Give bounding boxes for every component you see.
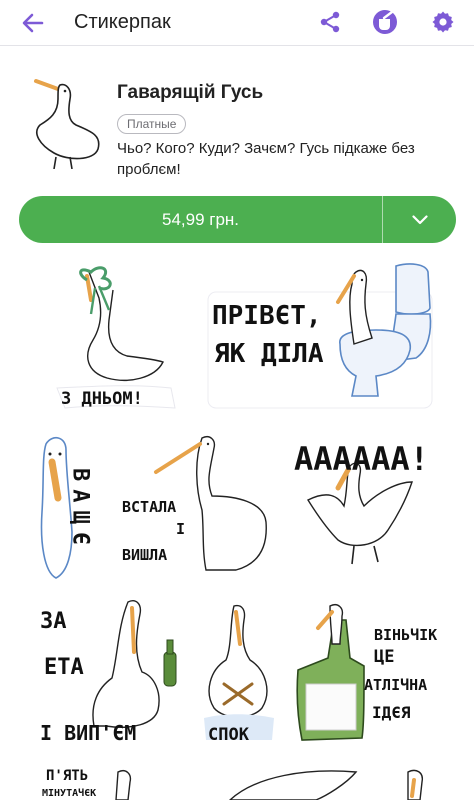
share-icon[interactable] <box>315 7 345 37</box>
back-arrow-icon[interactable] <box>18 8 48 38</box>
sticker-6[interactable]: ЗА ЕТА І ВИП'ЄМ <box>36 594 188 746</box>
sticker-8-caption-line1: ВІНЬЧІК <box>374 626 437 644</box>
sticker-6-caption-line3: І ВИП'ЄМ <box>40 721 136 745</box>
sticker-4-caption-mid: І <box>176 520 185 538</box>
sticker-4[interactable]: ВСТАЛА І ВИШЛА <box>116 430 268 582</box>
sticker-7-caption: СПОК <box>208 725 250 745</box>
sticker-7[interactable]: СПОК <box>200 600 276 748</box>
buy-options-dropdown[interactable] <box>383 196 456 243</box>
sticker-4-caption-line2: ВИШЛА <box>122 546 167 564</box>
pack-thumbnail <box>24 69 106 170</box>
buy-button[interactable]: 54,99 грн. <box>19 196 382 243</box>
sticker-5-caption: АААААА! <box>294 440 429 478</box>
pack-description: Чьо? Кого? Куди? Зачєм? Гусь підкаже без… <box>117 140 415 178</box>
sticker-9-caption-line2: МІНУТАЧЄК <box>42 787 96 799</box>
sticker-11[interactable] <box>398 766 438 800</box>
sticker-1[interactable]: З ДНЬОМ! <box>47 260 182 410</box>
sticker-8[interactable]: ВІНЬЧІК ЦЕ АТЛІЧНА ІДЄЯ <box>288 600 438 750</box>
sticker-10[interactable] <box>226 766 366 800</box>
sticker-6-caption-line2: ЕТА <box>44 655 84 680</box>
paint-cup-icon[interactable] <box>370 7 400 37</box>
paid-badge: Платные <box>117 114 187 134</box>
gear-icon[interactable] <box>428 7 458 37</box>
sticker-4-caption-line1: ВСТАЛА <box>122 498 176 516</box>
sticker-8-caption-line3: АТЛІЧНА <box>364 676 427 694</box>
sticker-5[interactable]: АААААА! <box>288 430 438 580</box>
sticker-6-caption-line1: ЗА <box>40 609 67 634</box>
app-bar: Стикерпак <box>0 0 474 46</box>
sticker-1-caption: З ДНЬОМ! <box>61 389 143 409</box>
buy-button-bar: 54,99 грн. <box>19 196 456 243</box>
sticker-9[interactable]: П'ЯТЬ МІНУТАЧЄК <box>40 764 160 800</box>
sticker-2[interactable]: ПРІВЄТ, ЯК ДІЛА <box>206 258 434 410</box>
sticker-8-caption-line2: ЦЕ <box>374 647 394 667</box>
pack-name: Гаварящій Гусь <box>117 82 264 103</box>
sticker-8-caption-line4: ІДЄЯ <box>372 703 411 722</box>
sticker-3-caption: ВАЩЄ <box>68 468 93 553</box>
chevron-down-icon <box>411 214 428 224</box>
sticker-pack-header: Гаварящій Гусь Платные Чьо? Кого? Куди? … <box>0 47 474 187</box>
sticker-2-caption-line2: ЯК ДІЛА <box>214 339 324 369</box>
sticker-9-caption-line1: П'ЯТЬ <box>46 768 88 784</box>
sticker-3[interactable]: ВАЩЄ <box>36 432 106 582</box>
sticker-2-caption-line1: ПРІВЄТ, <box>212 301 322 331</box>
page-title: Стикерпак <box>74 11 171 33</box>
